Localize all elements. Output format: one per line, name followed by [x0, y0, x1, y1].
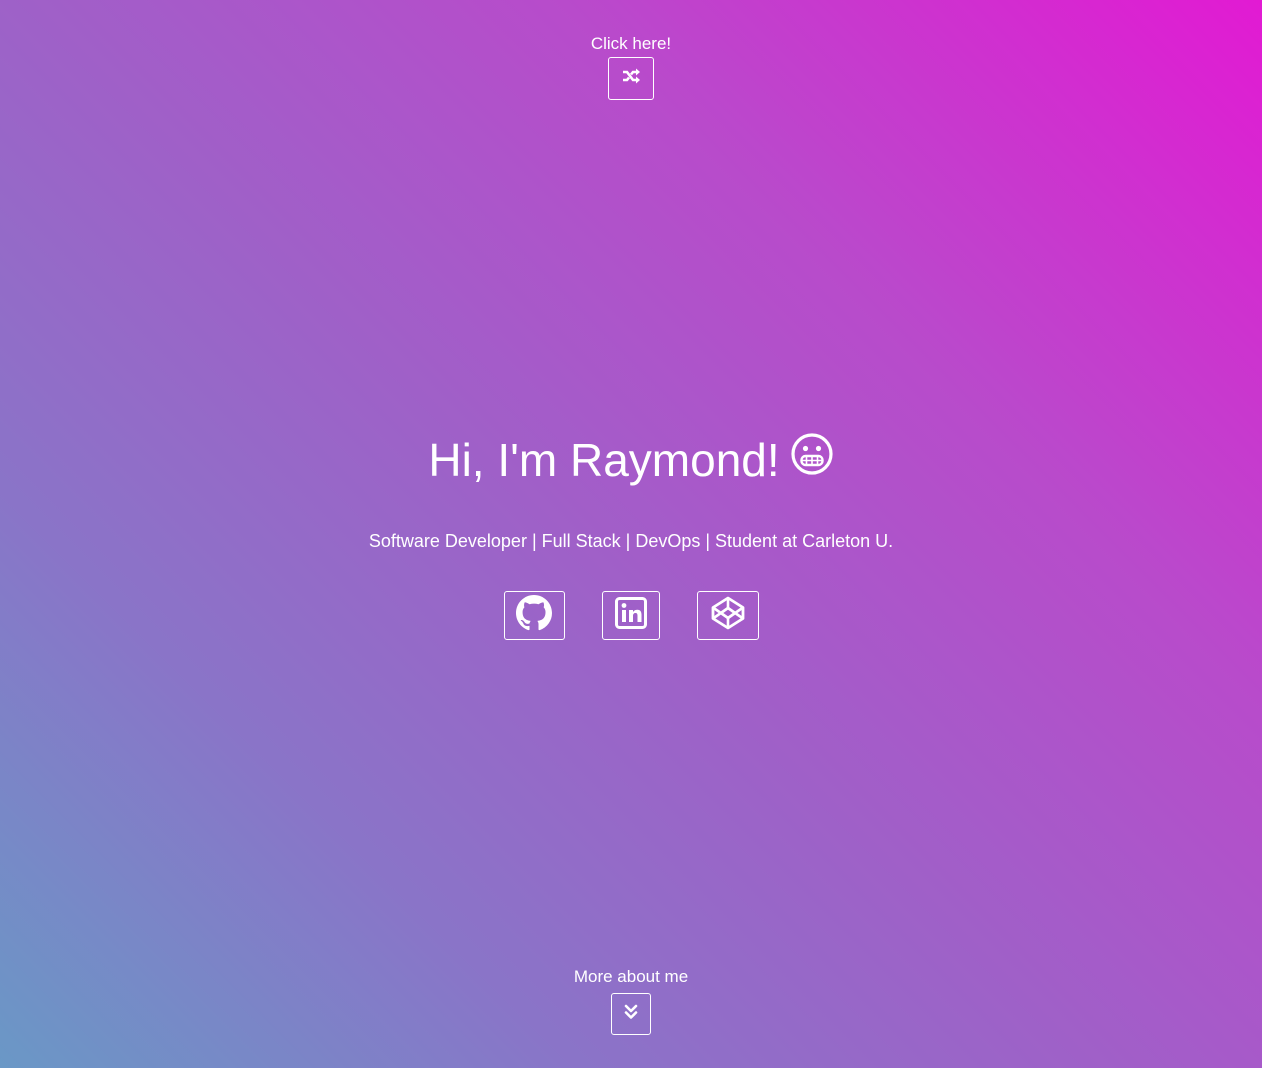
more-about-me-label: More about me: [573, 967, 689, 986]
linkedin-link[interactable]: [601, 591, 660, 640]
double-chevron-down-icon: [624, 1004, 638, 1025]
shuffle-icon: [621, 67, 641, 90]
github-icon: [516, 595, 552, 636]
grimace-face-icon: [790, 432, 834, 488]
github-link[interactable]: [503, 591, 565, 640]
social-links: [0, 591, 1262, 640]
shuffle-button[interactable]: [608, 57, 654, 100]
bottom-section: More about me: [0, 967, 1262, 1035]
tagline: Software Developer | Full Stack | DevOps…: [368, 531, 894, 551]
scroll-down-button[interactable]: [611, 993, 651, 1035]
top-section: Click here!: [0, 34, 1262, 100]
codepen-icon: [710, 595, 746, 636]
linkedin-icon: [614, 597, 647, 634]
hero-title-row: Hi, I'm Raymond!: [428, 432, 833, 488]
codepen-link[interactable]: [696, 591, 759, 640]
hero-section: Hi, I'm Raymond! Software Developer | Fu…: [0, 432, 1262, 552]
click-here-label: Click here!: [590, 34, 672, 53]
page-title: Hi, I'm Raymond!: [428, 434, 780, 486]
